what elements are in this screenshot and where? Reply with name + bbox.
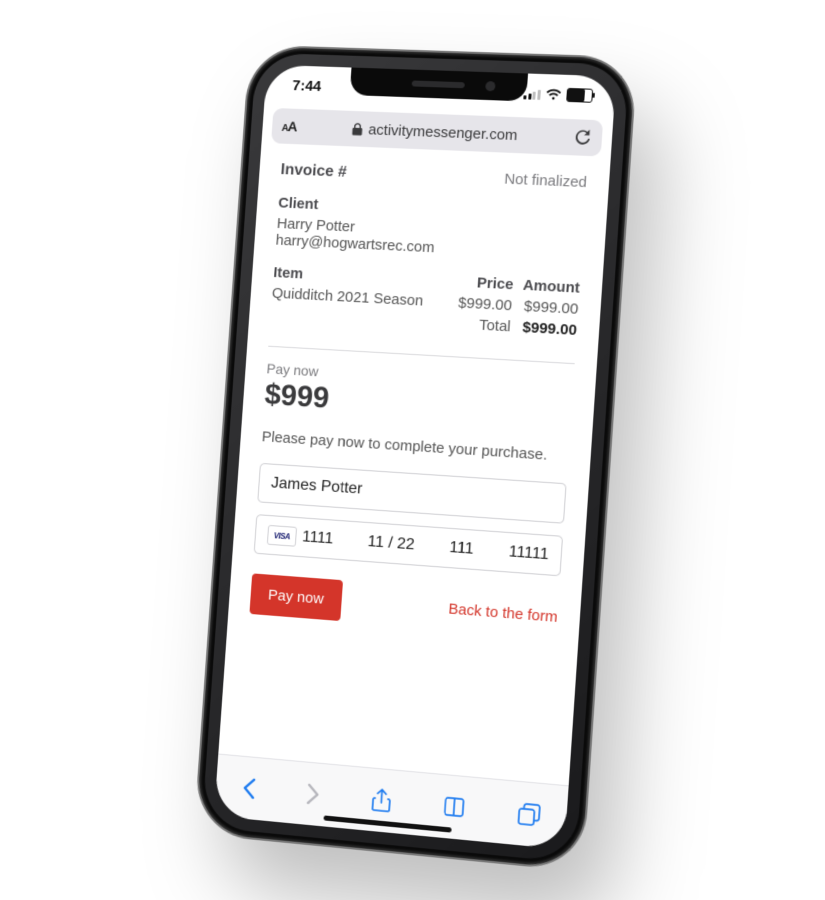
refresh-icon[interactable] <box>574 128 592 147</box>
card-input[interactable]: VISA 1111 11 / 22 111 11111 <box>253 514 562 576</box>
card-cvc-value: 111 <box>448 539 473 559</box>
cardholder-name-input[interactable]: James Potter <box>257 463 566 524</box>
invoice-items-table: Item Price Amount Quidditch 2021 Season … <box>269 262 580 341</box>
invoice-page: Invoice # Not finalized Client Harry Pot… <box>218 143 610 783</box>
battery-icon <box>566 88 593 103</box>
invoice-status: Not finalized <box>503 171 587 192</box>
card-number-value: 1111 <box>301 529 333 549</box>
bookmarks-icon[interactable] <box>441 796 464 818</box>
wifi-icon <box>545 88 562 101</box>
nav-back-icon[interactable] <box>240 777 255 800</box>
browser-url-text: activitymessenger.com <box>367 121 517 144</box>
back-to-form-link[interactable]: Back to the form <box>447 601 557 627</box>
status-time: 7:44 <box>291 77 321 95</box>
lock-icon <box>351 122 363 135</box>
tabs-icon[interactable] <box>516 802 540 826</box>
cardholder-name-value: James Potter <box>270 475 362 499</box>
total-value: $999.00 <box>509 316 577 341</box>
reader-mode-icon[interactable]: AA <box>281 118 297 134</box>
invoice-title: Invoice # <box>280 161 347 181</box>
card-expiry-value: 11 / 22 <box>367 533 415 554</box>
total-label: Total <box>447 313 511 337</box>
pay-now-button[interactable]: Pay now <box>249 574 342 622</box>
pay-note: Please pay now to complete your purchase… <box>261 427 569 467</box>
section-divider <box>268 346 574 364</box>
nav-forward-icon <box>305 783 320 806</box>
share-icon[interactable] <box>370 788 390 814</box>
card-zip-value: 11111 <box>508 543 549 564</box>
visa-icon: VISA <box>266 525 296 547</box>
